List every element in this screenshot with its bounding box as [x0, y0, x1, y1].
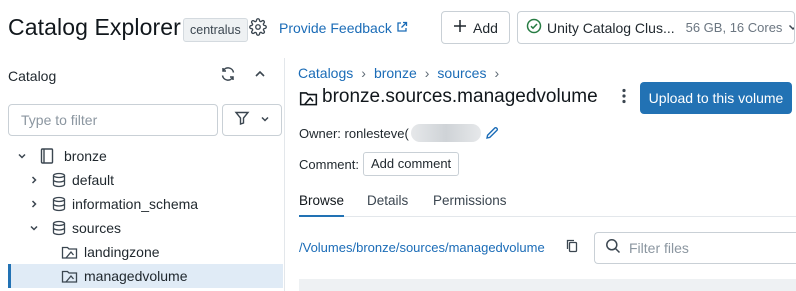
funnel-icon	[234, 110, 250, 131]
catalog-sidebar: Catalog bronze	[0, 58, 285, 291]
tree-item-label: landingzone	[84, 244, 160, 260]
copy-icon	[566, 239, 578, 258]
external-link-icon	[396, 20, 408, 36]
tree-item-landingzone[interactable]: landingzone	[8, 240, 283, 264]
header: Catalog Explorer centralus Provide Feedb…	[0, 0, 796, 58]
object-tabs: Browse Details Permissions	[299, 191, 796, 217]
files-table-header	[299, 279, 796, 291]
sidebar-title: Catalog	[8, 68, 57, 84]
volume-icon	[298, 88, 318, 108]
owner-label: Owner: ronlesteve(	[299, 125, 409, 141]
refresh-icon	[220, 66, 236, 87]
chevron-down-icon[interactable]	[16, 150, 28, 162]
gear-icon	[249, 17, 267, 41]
provide-feedback-label: Provide Feedback	[279, 20, 392, 36]
chevron-right-icon: ›	[361, 65, 366, 81]
chevron-down-icon	[787, 20, 794, 36]
tab-browse[interactable]: Browse	[299, 193, 345, 217]
chevron-right-icon[interactable]	[28, 174, 40, 186]
chevron-up-icon	[253, 67, 267, 86]
cluster-selector[interactable]: Unity Catalog Clus... 56 GB, 16 Cores	[517, 11, 795, 44]
refresh-button[interactable]	[218, 66, 238, 86]
tree-item-bronze[interactable]: bronze	[8, 144, 283, 168]
tree-item-label: information_schema	[72, 196, 199, 212]
kebab-menu-icon	[622, 88, 626, 109]
provide-feedback-link[interactable]: Provide Feedback	[279, 20, 408, 36]
page-title: Catalog Explorer	[8, 14, 181, 40]
edit-owner-button[interactable]	[485, 126, 499, 140]
comment-label: Comment:	[299, 156, 359, 172]
owner-row: Owner: ronlesteve(	[299, 123, 499, 143]
schema-icon	[50, 171, 68, 189]
volume-icon	[60, 243, 78, 261]
chevron-down-icon[interactable]	[28, 222, 40, 234]
tree-item-label: sources	[72, 220, 122, 236]
breadcrumb-catalogs[interactable]: Catalogs	[298, 65, 353, 81]
schema-icon	[50, 219, 68, 237]
more-actions-button[interactable]	[616, 88, 632, 108]
settings-button[interactable]	[246, 17, 270, 41]
region-badge: centralus	[183, 18, 248, 42]
upload-to-volume-button[interactable]: Upload to this volume	[640, 82, 792, 114]
plus-icon	[453, 19, 467, 36]
volume-icon	[60, 267, 78, 285]
copy-path-button[interactable]	[565, 239, 579, 258]
tree-item-default[interactable]: default	[8, 168, 283, 192]
search-icon	[605, 238, 621, 259]
volume-path-link[interactable]: /Volumes/bronze/sources/managedvolume	[299, 240, 545, 255]
check-circle-icon	[526, 18, 542, 37]
chevron-right-icon[interactable]	[28, 198, 40, 210]
tab-permissions[interactable]: Permissions	[433, 193, 507, 217]
breadcrumb-bronze[interactable]: bronze	[374, 65, 417, 81]
tree-item-information-schema[interactable]: information_schema	[8, 192, 283, 216]
breadcrumb: Catalogs › bronze › sources ›	[298, 65, 499, 81]
tree-item-label: default	[72, 172, 115, 188]
comment-row: Comment: Add comment	[299, 152, 460, 176]
schema-icon	[50, 195, 68, 213]
cluster-name: Unity Catalog Clus...	[547, 19, 675, 36]
owner-redacted	[410, 124, 481, 142]
add-comment-button[interactable]: Add comment	[362, 152, 460, 176]
chevron-right-icon: ›	[424, 65, 430, 81]
tree-item-managedvolume[interactable]: managedvolume	[8, 264, 283, 288]
add-button-label: Add	[473, 19, 498, 36]
tree-item-label: managedvolume	[84, 268, 188, 284]
tree-item-label: bronze	[64, 148, 107, 164]
pencil-icon	[485, 126, 498, 139]
chevron-right-icon: ›	[494, 65, 500, 81]
cluster-spec: 56 GB, 16 Cores	[685, 20, 783, 35]
tree-item-sources[interactable]: sources	[8, 216, 283, 240]
catalog-icon	[38, 147, 56, 165]
tab-details[interactable]: Details	[367, 193, 408, 217]
filter-files-box	[594, 232, 796, 264]
object-title: bronze.sources.managedvolume	[322, 86, 598, 107]
breadcrumb-sources[interactable]: sources	[437, 65, 486, 81]
filter-options-button[interactable]	[222, 104, 282, 136]
filter-files-input[interactable]	[629, 240, 789, 256]
catalog-filter-input[interactable]	[8, 104, 218, 136]
collapse-sidebar-button[interactable]	[250, 66, 270, 86]
add-button[interactable]: Add	[441, 11, 510, 44]
chevron-down-icon	[260, 111, 270, 129]
